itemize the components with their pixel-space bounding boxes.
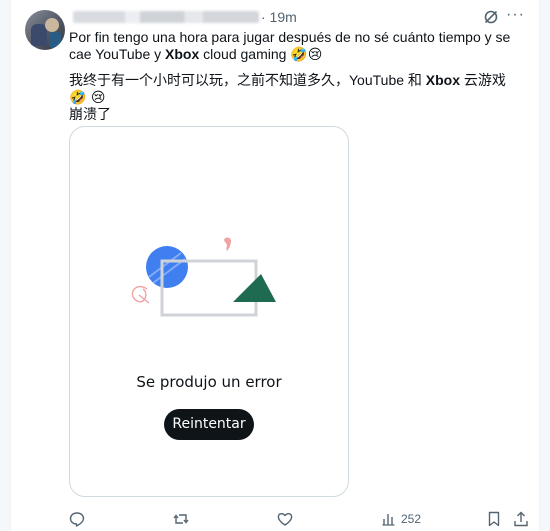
bookmark-icon <box>488 511 500 527</box>
share-icon <box>514 511 528 527</box>
grok-icon[interactable] <box>483 9 499 25</box>
avatar[interactable] <box>25 10 65 50</box>
reply-icon <box>69 512 85 527</box>
views-icon <box>382 514 395 526</box>
error-message: Se produjo un error <box>136 373 282 391</box>
views-count: 252 <box>401 512 422 526</box>
action-bar: 252 <box>11 509 541 531</box>
media-embed[interactable]: Se produjo un error Reintentar <box>69 126 349 497</box>
retweet-icon <box>173 514 189 524</box>
tweet-text-spanish: Por fin tengo una hora para jugar despué… <box>69 29 511 63</box>
views-button[interactable]: 252 <box>381 509 421 529</box>
like-icon <box>277 512 293 526</box>
tweet-card[interactable]: · 19m ··· Por fin tengo una hora para ju… <box>10 0 540 531</box>
emoji: 🤣 😢 <box>69 89 106 106</box>
more-icon[interactable]: ··· <box>506 6 525 24</box>
author-name-blurred[interactable] <box>73 11 259 23</box>
retry-button[interactable]: Reintentar <box>164 409 254 440</box>
tweet-text-chinese: 我终于有一个小时可以玩，之前不知道多久，YouTube 和 Xbox 云游戏 🤣… <box>69 72 506 122</box>
tweet-header: · 19m ··· <box>73 6 533 26</box>
error-illustration <box>131 237 276 317</box>
reply-button[interactable] <box>69 509 85 529</box>
share-button[interactable] <box>513 509 529 529</box>
tweet-time[interactable]: · 19m <box>261 9 297 25</box>
hashtag-xbox[interactable]: Xbox <box>165 46 199 62</box>
bookmark-button[interactable] <box>486 509 502 529</box>
like-button[interactable] <box>277 509 293 529</box>
emoji: 🤣😢 <box>290 46 323 63</box>
retweet-button[interactable] <box>173 509 189 529</box>
